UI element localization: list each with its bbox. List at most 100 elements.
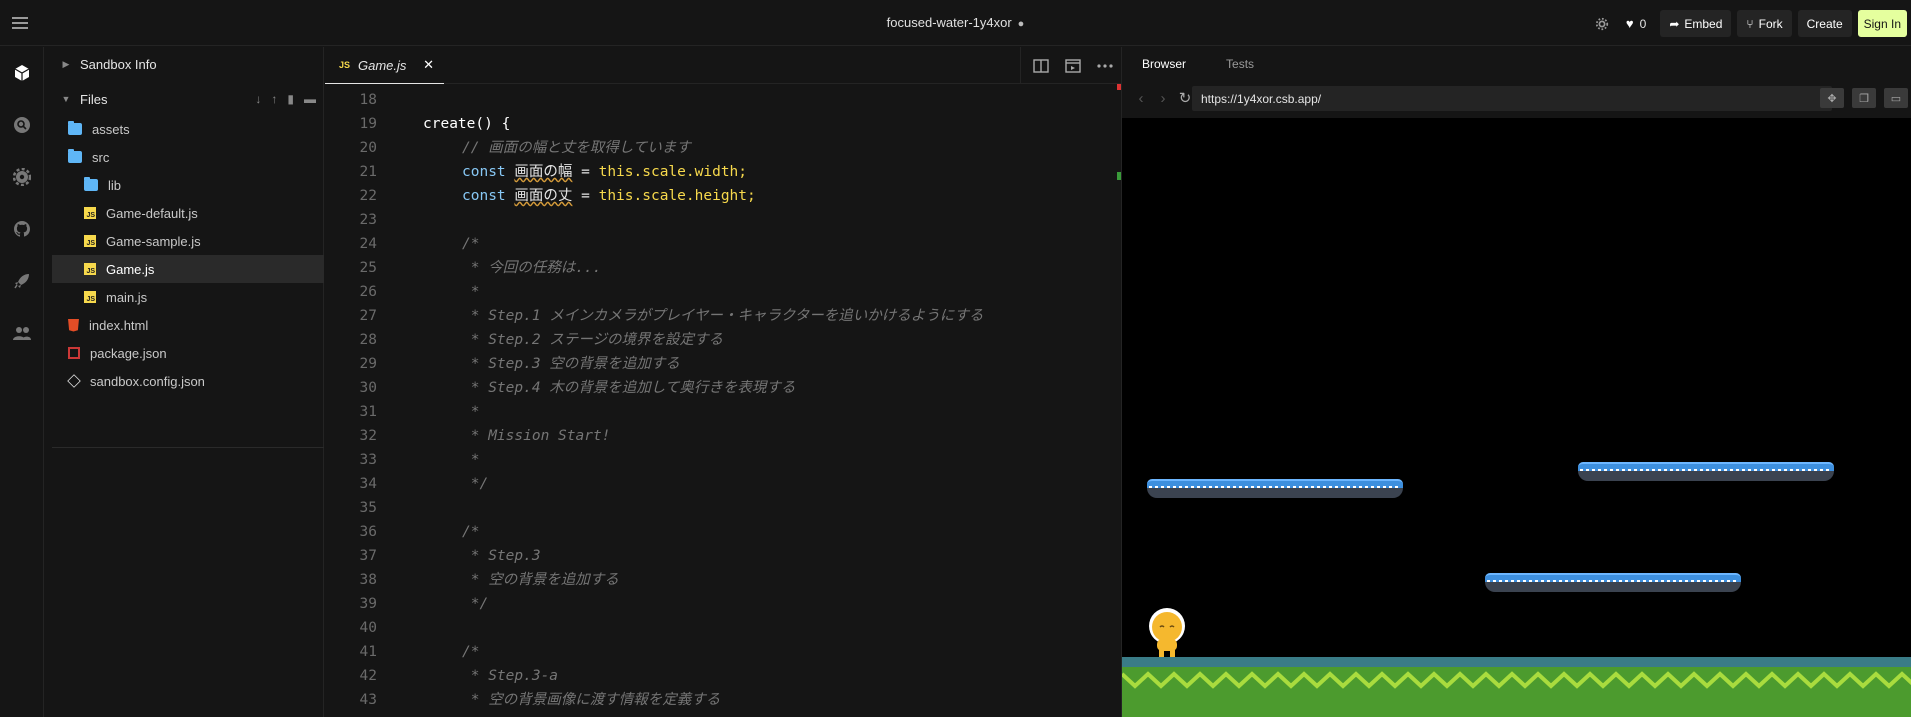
code-line: 41 /* bbox=[325, 640, 1121, 664]
code-line: 37 * Step.3 bbox=[325, 544, 1121, 568]
line-number: 28 bbox=[359, 332, 377, 348]
code-token: .scale.width; bbox=[633, 164, 748, 180]
users-icon[interactable] bbox=[12, 323, 32, 343]
new-folder-icon[interactable]: ▬ bbox=[304, 92, 316, 106]
file-tree-item[interactable]: sandbox.config.json bbox=[52, 367, 324, 395]
fullscreen-icon[interactable]: ▭ bbox=[1884, 88, 1908, 108]
sidebar-divider bbox=[52, 447, 324, 448]
more-options-icon[interactable] bbox=[1095, 56, 1115, 76]
line-number: 34 bbox=[359, 476, 377, 492]
like-button[interactable]: ♥ 0 bbox=[1618, 16, 1654, 31]
code-token: * 空の背景を追加する bbox=[462, 572, 619, 588]
browser-preview-panel: Browser Tests ‹ › ↻ ✥ ❐ ▭ bbox=[1121, 47, 1911, 717]
download-icon[interactable]: ↓ bbox=[255, 92, 261, 106]
js-file-icon: JS bbox=[339, 60, 351, 70]
code-line: 39 */ bbox=[325, 592, 1121, 616]
code-editor: JS Game.js ✕ 18 19 create() {20 // 画面の幅と丈を取… bbox=[325, 47, 1121, 717]
line-number: 19 bbox=[359, 116, 377, 132]
line-number: 26 bbox=[359, 284, 377, 300]
signin-label: Sign In bbox=[1863, 16, 1901, 31]
globe-icon: ● bbox=[1017, 18, 1025, 30]
code-line: 30 * Step.4 木の背景を追加して奥行きを表現する bbox=[325, 376, 1121, 400]
top-header: focused-water-1y4xor ● ♥ 0 ➦ Embed ⑂ Fork C… bbox=[0, 0, 1911, 46]
search-icon[interactable] bbox=[12, 115, 32, 135]
forward-arrow-icon[interactable]: › bbox=[1152, 90, 1174, 107]
sandbox-title-text[interactable]: focused-water-1y4xor bbox=[887, 15, 1012, 30]
file-tree-item[interactable]: index.html bbox=[52, 311, 324, 339]
code-token: * bbox=[462, 404, 480, 420]
github-icon[interactable] bbox=[12, 219, 32, 239]
file-tree-item[interactable]: JS Game-default.js bbox=[52, 199, 324, 227]
game-canvas[interactable] bbox=[1122, 118, 1911, 717]
embed-button[interactable]: ➦ Embed bbox=[1660, 10, 1732, 37]
file-tree-item[interactable]: assets bbox=[52, 115, 324, 143]
code-token: */ bbox=[462, 476, 489, 492]
file-name: sandbox.config.json bbox=[90, 373, 205, 389]
code-token: /* bbox=[462, 524, 480, 540]
code-line: 36 /* bbox=[325, 520, 1121, 544]
preview-layout-icon[interactable] bbox=[1063, 56, 1083, 76]
code-token: create() { bbox=[423, 116, 511, 132]
fork-button[interactable]: ⑂ Fork bbox=[1737, 10, 1792, 37]
file-tree-item[interactable]: lib bbox=[52, 171, 324, 199]
heart-icon: ♥ bbox=[1625, 16, 1634, 31]
file-tree-item[interactable]: JS main.js bbox=[52, 283, 324, 311]
open-new-window-icon[interactable]: ❐ bbox=[1852, 88, 1876, 108]
sign-in-button[interactable]: Sign In bbox=[1857, 10, 1907, 37]
gear-icon[interactable] bbox=[12, 167, 32, 187]
line-number: 24 bbox=[359, 236, 377, 252]
split-view-icon[interactable] bbox=[1031, 56, 1051, 76]
line-number: 42 bbox=[359, 668, 377, 684]
ground-edge bbox=[1122, 657, 1911, 667]
line-number: 41 bbox=[359, 644, 377, 660]
line-number: 40 bbox=[359, 620, 377, 636]
chevron-right-icon: ▶ bbox=[62, 58, 70, 69]
platform-right bbox=[1578, 462, 1834, 481]
line-number: 33 bbox=[359, 452, 377, 468]
line-number: 38 bbox=[359, 572, 377, 588]
code-line: 25 * 今回の任務は... bbox=[325, 256, 1121, 280]
preferences-gear-icon[interactable] bbox=[1592, 14, 1612, 34]
code-token: * Step.3 空の背景を追加する bbox=[462, 356, 680, 372]
code-line: 33 * bbox=[325, 448, 1121, 472]
file-tree-item[interactable]: JS Game.js bbox=[52, 255, 324, 283]
rocket-icon[interactable] bbox=[12, 271, 32, 291]
cube-icon[interactable] bbox=[12, 63, 32, 83]
folder-icon bbox=[68, 149, 82, 163]
line-number: 30 bbox=[359, 380, 377, 396]
file-name: Game-sample.js bbox=[106, 233, 201, 249]
code-area[interactable]: 18 19 create() {20 // 画面の幅と丈を取得しています 21 const… bbox=[325, 84, 1121, 717]
file-tree-item[interactable]: src bbox=[52, 143, 324, 171]
back-arrow-icon[interactable]: ‹ bbox=[1130, 90, 1152, 107]
file-name: Game.js bbox=[106, 261, 155, 277]
code-line: 18 bbox=[325, 88, 1121, 112]
code-token: * Step.2 ステージの境界を設定する bbox=[462, 332, 724, 348]
file-tree-item[interactable]: JS Game-sample.js bbox=[52, 227, 324, 255]
url-input[interactable] bbox=[1192, 86, 1832, 111]
code-line: 35 bbox=[325, 496, 1121, 520]
file-name: lib bbox=[108, 177, 122, 193]
new-file-icon[interactable]: ▮ bbox=[287, 92, 294, 106]
embed-label: Embed bbox=[1684, 16, 1723, 31]
grass-pattern bbox=[1122, 671, 1911, 689]
file-tree-item[interactable]: package.json bbox=[52, 339, 324, 367]
code-token: this bbox=[598, 188, 634, 204]
files-section-header[interactable]: ▼ Files ↓ ↑ ▮ ▬ bbox=[52, 82, 324, 116]
code-token: 画面の丈 bbox=[514, 188, 573, 204]
tab-tests[interactable]: Tests bbox=[1206, 57, 1274, 71]
sandbox-info-section[interactable]: ▶ Sandbox Info bbox=[52, 47, 324, 81]
code-token: * 今回の任務は... bbox=[462, 260, 602, 276]
upload-icon[interactable]: ↑ bbox=[271, 92, 277, 106]
line-number: 23 bbox=[359, 212, 377, 228]
code-line: 29 * Step.3 空の背景を追加する bbox=[325, 352, 1121, 376]
js-file-icon: JS bbox=[84, 291, 96, 303]
chevron-down-icon: ▼ bbox=[61, 94, 71, 104]
code-token: * Mission Start! bbox=[462, 428, 611, 444]
line-number: 31 bbox=[359, 404, 377, 420]
tab-game-js[interactable]: JS Game.js ✕ bbox=[325, 47, 444, 84]
close-tab-icon[interactable]: ✕ bbox=[423, 57, 434, 73]
devtools-icon[interactable]: ✥ bbox=[1820, 88, 1844, 108]
tab-browser[interactable]: Browser bbox=[1122, 57, 1206, 71]
file-name: index.html bbox=[89, 317, 149, 333]
create-button[interactable]: Create bbox=[1797, 10, 1852, 37]
